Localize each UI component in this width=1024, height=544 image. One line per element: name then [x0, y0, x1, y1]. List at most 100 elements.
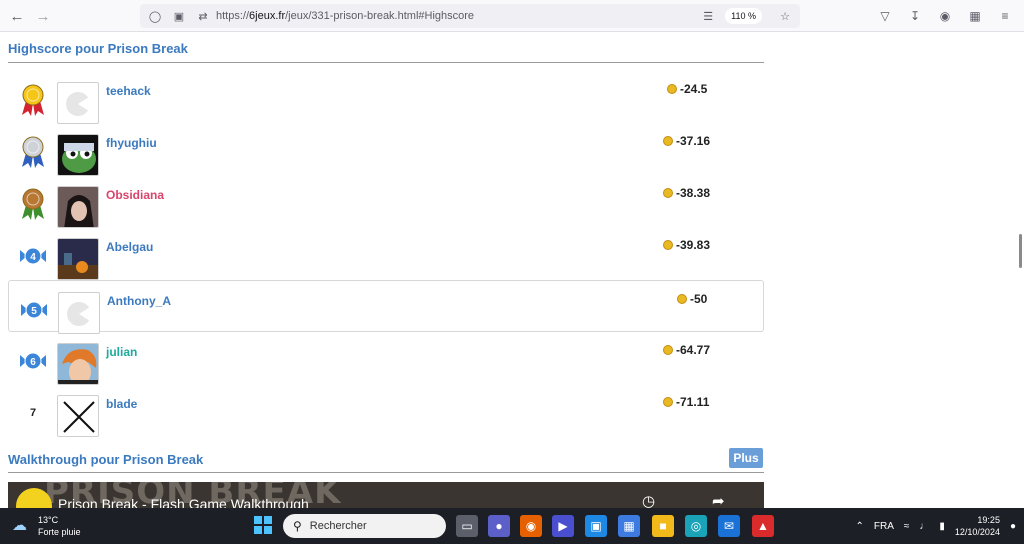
search-placeholder: Rechercher	[309, 520, 367, 532]
player-avatar[interactable]	[57, 82, 99, 124]
video-title[interactable]: Prison Break - Flash Game Walkthrough	[58, 496, 309, 508]
extensions-icon[interactable]: ▦	[964, 5, 986, 27]
windows-start-icon[interactable]	[254, 516, 272, 534]
battery-icon[interactable]: ▮	[939, 521, 945, 532]
task-view-icon[interactable]: ▭	[456, 515, 478, 537]
player-score: -24.5	[667, 82, 707, 96]
tlc-app-icon[interactable]: ▲	[752, 515, 774, 537]
walkthrough-title: Walkthrough pour Prison Break	[8, 452, 204, 467]
back-arrow-icon[interactable]: ←	[4, 3, 30, 29]
score-value: -71.11	[676, 395, 710, 409]
file-explorer-icon[interactable]: ■	[652, 515, 674, 537]
lock-icon[interactable]: ▣	[170, 7, 188, 25]
player-name[interactable]: teehack	[106, 84, 151, 98]
player-score: -39.83	[663, 238, 710, 252]
taskbar-clock[interactable]: 19:25 12/10/2024	[955, 514, 1000, 538]
teams-icon[interactable]: ●	[488, 515, 510, 537]
highscore-row: teehack -24.5	[8, 71, 764, 124]
player-score: -71.11	[663, 395, 709, 409]
video-embed[interactable]: PRISON BREAK Prison Break - Flash Game W…	[8, 482, 764, 508]
tray-chevron-icon[interactable]: ⌃	[856, 521, 864, 532]
rank-badge: 4	[16, 239, 50, 273]
player-name[interactable]: Anthony_A	[107, 294, 171, 308]
shield-icon[interactable]: ◯	[146, 7, 164, 25]
highscore-row: 5 Anthony_A -50	[8, 280, 764, 334]
coin-icon	[663, 240, 673, 250]
score-value: -39.83	[676, 238, 711, 252]
player-avatar[interactable]	[57, 238, 99, 280]
rank-badge: 6	[16, 344, 50, 378]
rank-badge	[16, 83, 50, 117]
player-score: -37.16	[663, 134, 710, 148]
forward-arrow-icon[interactable]: →	[30, 3, 56, 29]
downloads-icon[interactable]: ↧	[904, 5, 926, 27]
watch-later-icon[interactable]: ◷	[642, 492, 655, 508]
highscore-row: fhyughiu -37.16	[8, 123, 764, 176]
plus-button[interactable]: Plus	[729, 448, 763, 468]
zoom-level[interactable]: 110 %	[725, 8, 762, 24]
player-score: -38.38	[663, 186, 710, 200]
rank-badge: 5	[17, 293, 51, 327]
highscore-divider	[8, 62, 764, 63]
taskbar-search[interactable]: ⚲ Rechercher	[283, 514, 446, 538]
bookmark-star-icon[interactable]: ☆	[776, 7, 794, 25]
menu-icon[interactable]: ≡	[994, 5, 1016, 27]
edge-icon[interactable]: ◎	[685, 515, 707, 537]
permissions-icon[interactable]: ⇄	[194, 7, 212, 25]
page-content: Highscore pour Prison Break teehack -24.5…	[0, 33, 1024, 508]
player-avatar[interactable]	[57, 343, 99, 385]
weather-condition: Forte pluie	[38, 527, 81, 537]
coin-icon	[677, 294, 687, 304]
player-avatar[interactable]	[57, 134, 99, 176]
coin-icon	[663, 397, 673, 407]
player-avatar[interactable]	[57, 186, 99, 228]
notifications-icon[interactable]: ●	[1010, 521, 1016, 532]
coin-icon	[663, 345, 673, 355]
store-icon[interactable]: ▦	[618, 515, 640, 537]
player-name[interactable]: fhyughiu	[106, 136, 157, 150]
browser-toolbar: ← → ◯ ▣ ⇄ https://6jeux.fr/jeux/331-pris…	[0, 0, 1024, 32]
coin-icon	[667, 84, 677, 94]
weather-temperature: 13°C	[38, 515, 59, 525]
score-value: -64.77	[676, 343, 711, 357]
player-name[interactable]: blade	[106, 397, 137, 411]
ribbon-icon: 4	[20, 247, 46, 265]
mail-icon[interactable]: ✉	[718, 515, 740, 537]
wifi-icon[interactable]: ≈	[904, 521, 910, 532]
player-name[interactable]: julian	[106, 345, 137, 359]
score-value: -50	[690, 292, 708, 306]
player-avatar[interactable]	[58, 292, 100, 334]
player-name[interactable]: Abelgau	[106, 240, 153, 254]
medal-icon	[22, 84, 44, 116]
url-text[interactable]: https://6jeux.fr/jeux/331-prison-break.h…	[216, 10, 474, 22]
rank-badge	[16, 135, 50, 169]
player-avatar[interactable]	[57, 395, 99, 437]
address-bar[interactable]: ◯ ▣ ⇄ https://6jeux.fr/jeux/331-prison-b…	[140, 4, 800, 28]
player-name[interactable]: Obsidiana	[106, 188, 164, 202]
highscore-row: Obsidiana -38.38	[8, 175, 764, 228]
coin-icon	[663, 136, 673, 146]
copilot-icon[interactable]: ▶	[552, 515, 574, 537]
reader-view-icon[interactable]: ☰	[699, 7, 717, 25]
ribbon-icon: 5	[21, 301, 47, 319]
firefox-icon[interactable]: ◉	[520, 515, 542, 537]
pocket-icon[interactable]: ▽	[874, 5, 896, 27]
mdp-app-icon[interactable]: ▣	[585, 515, 607, 537]
svg-text:6: 6	[30, 357, 36, 368]
search-icon: ⚲	[293, 519, 302, 533]
highscore-title: Highscore pour Prison Break	[8, 41, 188, 56]
score-value: -37.16	[676, 134, 711, 148]
coin-icon	[663, 188, 673, 198]
account-icon[interactable]: ◉	[934, 5, 956, 27]
svg-text:4: 4	[30, 252, 36, 263]
rank-number: 7	[29, 407, 37, 419]
ribbon-icon: 6	[20, 352, 46, 370]
clock-date: 12/10/2024	[954, 527, 1000, 537]
page-scrollbar[interactable]	[1019, 234, 1022, 268]
weather-widget[interactable]: ☁ 13°C Forte pluie	[12, 514, 81, 538]
share-icon[interactable]: ➦	[712, 492, 725, 508]
volume-icon[interactable]: ♩	[919, 521, 929, 532]
highscore-row: 6 julian -64.77	[8, 332, 764, 385]
score-value: -38.38	[676, 186, 711, 200]
language-indicator[interactable]: FRA	[874, 521, 894, 532]
